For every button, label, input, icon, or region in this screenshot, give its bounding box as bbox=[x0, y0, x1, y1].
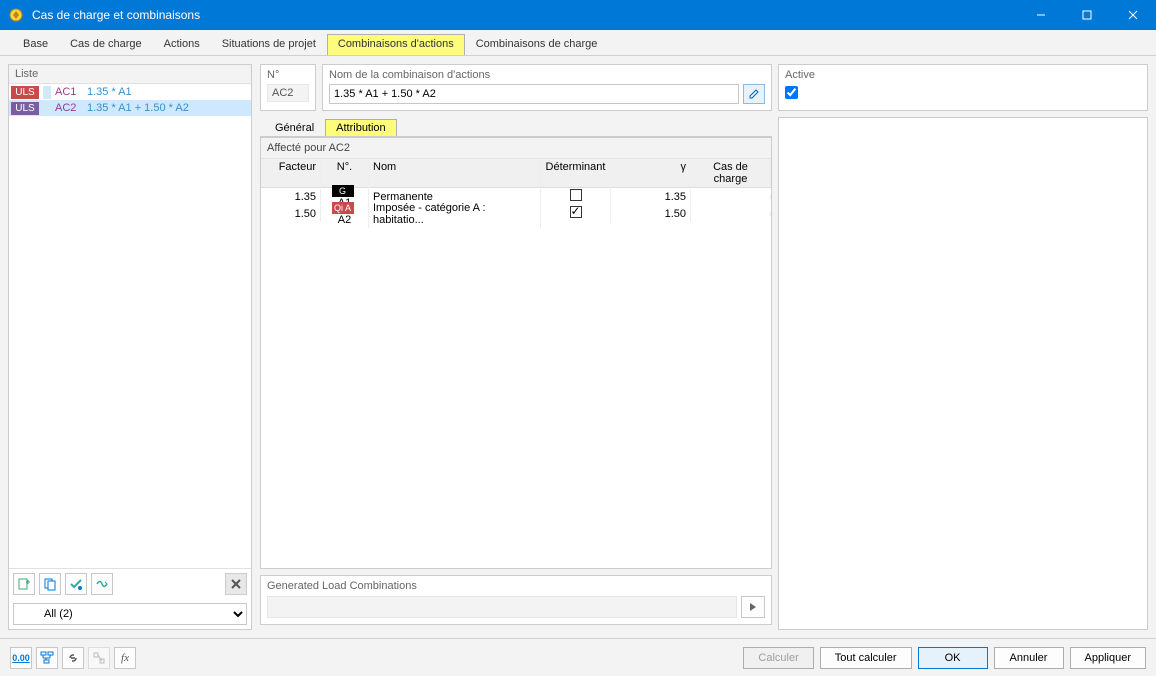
generated-go-button[interactable] bbox=[741, 596, 765, 618]
name-input[interactable] bbox=[329, 84, 739, 104]
col-gamma[interactable]: γ bbox=[611, 159, 691, 187]
app-icon bbox=[8, 7, 24, 23]
appliquer-button[interactable]: Appliquer bbox=[1070, 647, 1146, 669]
cell-nom: Imposée - catégorie A : habitatio... bbox=[369, 200, 541, 228]
tout-calculer-button[interactable]: Tout calculer bbox=[820, 647, 912, 669]
link-button[interactable] bbox=[62, 647, 84, 669]
col-cas[interactable]: Cas de charge bbox=[691, 159, 771, 187]
cell-facteur: 1.35 bbox=[261, 189, 321, 205]
color-swatch bbox=[43, 102, 51, 115]
side-panel bbox=[778, 117, 1148, 630]
window-title: Cas de charge et combinaisons bbox=[32, 8, 1018, 22]
tab-combinaisons-d-actions[interactable]: Combinaisons d'actions bbox=[327, 34, 465, 55]
category-badge: Qi A bbox=[332, 202, 354, 214]
table-row[interactable]: 1.50Qi AA2Imposée - catégorie A : habita… bbox=[261, 205, 771, 222]
list-pane: Liste ULS AC1 1.35 * A1 ULS AC2 1.35 * A1 + 1… bbox=[8, 64, 252, 630]
bottom-bar: 0.00 fx Calculer Tout calculer OK Annule… bbox=[0, 638, 1156, 676]
cell-facteur: 1.50 bbox=[261, 206, 321, 222]
attribution-title: Affecté pour AC2 bbox=[261, 138, 771, 159]
type-badge: ULS bbox=[11, 86, 39, 99]
active-checkbox[interactable] bbox=[785, 86, 798, 99]
tab-base[interactable]: Base bbox=[12, 34, 59, 55]
list-header: Liste bbox=[9, 65, 251, 84]
number-label: N° bbox=[267, 69, 309, 81]
title-bar: Cas de charge et combinaisons bbox=[0, 0, 1156, 30]
category-badge: G bbox=[332, 185, 354, 197]
list-item[interactable]: ULS AC2 1.35 * A1 + 1.50 * A2 bbox=[9, 100, 251, 116]
cell-gamma: 1.50 bbox=[611, 206, 691, 222]
fx-button[interactable]: fx bbox=[114, 647, 136, 669]
active-field-box: Active bbox=[778, 64, 1148, 111]
copy-item-button[interactable] bbox=[39, 573, 61, 595]
tab-actions[interactable]: Actions bbox=[153, 34, 211, 55]
cell-no: Qi AA2 bbox=[321, 200, 369, 228]
tab-combinaisons-de-charge[interactable]: Combinaisons de charge bbox=[465, 34, 609, 55]
name-label: Nom de la combinaison d'actions bbox=[329, 69, 765, 81]
generated-label: Generated Load Combinations bbox=[267, 580, 765, 592]
attribution-grid: Facteur N°. Nom Déterminant γ Cas de cha… bbox=[261, 159, 771, 222]
item-name: 1.35 * A1 + 1.50 * A2 bbox=[87, 102, 249, 114]
active-label: Active bbox=[785, 69, 1141, 81]
number-field-box: N° AC2 bbox=[260, 64, 316, 111]
list-body[interactable]: ULS AC1 1.35 * A1 ULS AC2 1.35 * A1 + 1.50 * … bbox=[9, 84, 251, 568]
item-name: 1.35 * A1 bbox=[87, 86, 249, 98]
determinant-checkbox[interactable] bbox=[570, 189, 582, 201]
tree-button[interactable] bbox=[36, 647, 58, 669]
cell-det[interactable] bbox=[541, 204, 611, 223]
name-field-box: Nom de la combinaison d'actions bbox=[322, 64, 772, 111]
delete-item-button[interactable] bbox=[225, 573, 247, 595]
col-nom[interactable]: Nom bbox=[369, 159, 541, 187]
col-facteur[interactable]: Facteur bbox=[261, 159, 321, 187]
cell-cas bbox=[691, 212, 771, 216]
subtab-attribution[interactable]: Attribution bbox=[325, 119, 397, 136]
close-button[interactable] bbox=[1110, 0, 1156, 30]
list-item[interactable]: ULS AC1 1.35 * A1 bbox=[9, 84, 251, 100]
flow-button[interactable] bbox=[91, 573, 113, 595]
sub-tabs: GénéralAttribution bbox=[260, 117, 772, 137]
item-id: AC2 bbox=[55, 102, 83, 114]
maximize-button[interactable] bbox=[1064, 0, 1110, 30]
subtab-général[interactable]: Général bbox=[264, 119, 325, 136]
type-badge: ULS bbox=[11, 102, 39, 115]
main-tabs: BaseCas de chargeActionsSituations de pr… bbox=[0, 30, 1156, 56]
tab-situations-de-projet[interactable]: Situations de projet bbox=[211, 34, 327, 55]
attribution-panel: Affecté pour AC2 Facteur N°. Nom Détermi… bbox=[260, 137, 772, 569]
config-button[interactable] bbox=[88, 647, 110, 669]
item-id: AC1 bbox=[55, 86, 83, 98]
new-item-button[interactable] bbox=[13, 573, 35, 595]
generated-output bbox=[267, 596, 737, 618]
list-filter-select[interactable]: All (2) bbox=[13, 603, 247, 625]
edit-name-button[interactable] bbox=[743, 84, 765, 104]
color-swatch bbox=[43, 86, 51, 99]
check-select-button[interactable] bbox=[65, 573, 87, 595]
determinant-checkbox[interactable] bbox=[570, 206, 582, 218]
units-button[interactable]: 0.00 bbox=[10, 647, 32, 669]
number-value: AC2 bbox=[267, 84, 309, 102]
cell-gamma: 1.35 bbox=[611, 189, 691, 205]
list-toolbar bbox=[9, 568, 251, 599]
minimize-button[interactable] bbox=[1018, 0, 1064, 30]
annuler-button[interactable]: Annuler bbox=[994, 647, 1064, 669]
tab-cas-de-charge[interactable]: Cas de charge bbox=[59, 34, 153, 55]
ok-button[interactable]: OK bbox=[918, 647, 988, 669]
col-det[interactable]: Déterminant bbox=[541, 159, 611, 187]
calculer-button[interactable]: Calculer bbox=[743, 647, 813, 669]
cell-cas bbox=[691, 195, 771, 199]
